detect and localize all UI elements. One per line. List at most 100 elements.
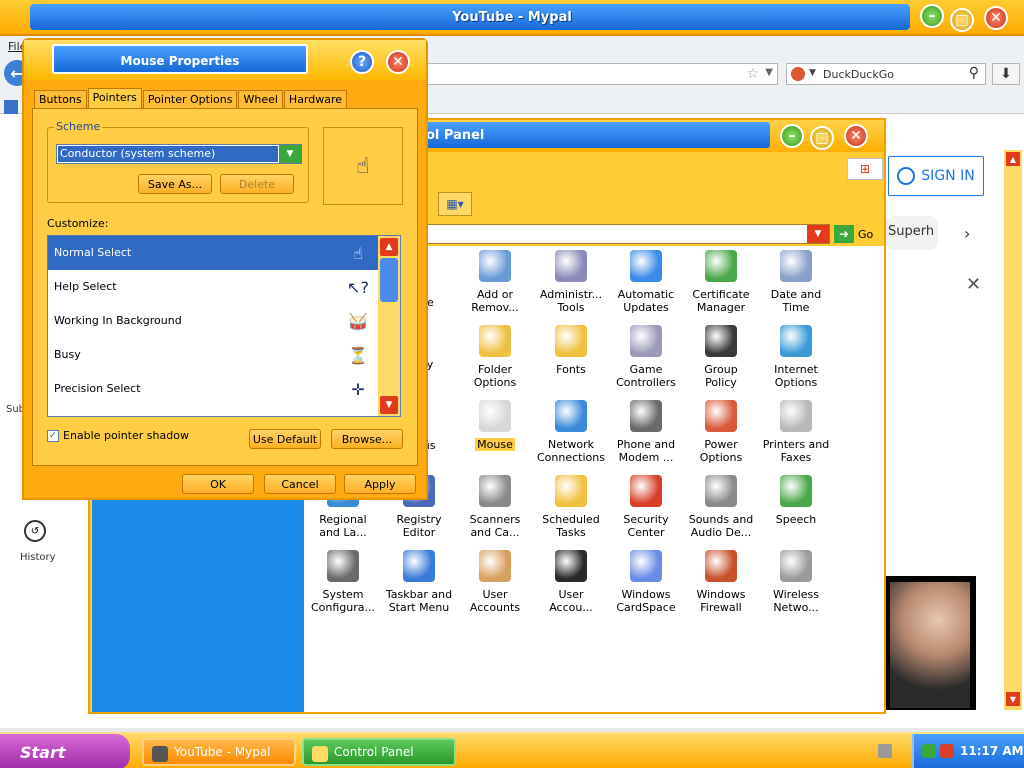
search-icon[interactable]: ⚲: [969, 65, 979, 81]
cursor-row[interactable]: Help Select ↖?: [48, 270, 378, 304]
control-panel-item[interactable]: Automatic Updates: [607, 250, 685, 314]
delete-button[interactable]: Delete: [220, 174, 294, 194]
scroll-up-icon[interactable]: ▲: [1006, 152, 1020, 166]
url-bar[interactable]: ☆ ▼: [424, 63, 778, 85]
control-panel-item[interactable]: Windows Firewall: [682, 550, 760, 614]
chevron-down-icon[interactable]: ▼: [279, 145, 301, 163]
minimize-button[interactable]: –: [920, 4, 944, 28]
cursor-row[interactable]: Busy ⏳: [48, 338, 378, 372]
address-bar[interactable]: ▼: [426, 224, 830, 244]
sign-in-button[interactable]: SIGN IN: [888, 156, 984, 196]
tab-buttons[interactable]: Buttons: [34, 90, 87, 108]
tab-pointers[interactable]: Pointers: [87, 88, 142, 108]
control-panel-item[interactable]: System Configura...: [304, 550, 382, 614]
control-panel-item[interactable]: Internet Options: [757, 325, 835, 389]
go-label[interactable]: Go: [858, 228, 873, 241]
cursor-row[interactable]: Working In Background 🥁: [48, 304, 378, 338]
control-panel-item[interactable]: Power Options: [682, 400, 760, 464]
control-panel-item[interactable]: User Accou...: [532, 550, 610, 614]
keyboard-icon[interactable]: [878, 744, 892, 758]
control-panel-item[interactable]: Add or Remov...: [456, 250, 534, 314]
control-panel-item[interactable]: Scheduled Tasks: [532, 475, 610, 539]
control-panel-item[interactable]: Date and Time: [757, 250, 835, 314]
control-panel-item-label: Phone and Modem ...: [616, 438, 676, 464]
control-panel-item[interactable]: Security Center: [607, 475, 685, 539]
close-button[interactable]: ✕: [386, 50, 410, 74]
control-panel-item[interactable]: Folder Options: [456, 325, 534, 389]
close-icon[interactable]: ✕: [966, 274, 981, 295]
security-tray-icon[interactable]: [940, 744, 954, 758]
ok-button[interactable]: OK: [182, 474, 254, 494]
chevron-down-icon[interactable]: ▼: [809, 68, 816, 78]
control-panel-item[interactable]: Speech: [757, 475, 835, 526]
go-arrow-icon[interactable]: ➜: [834, 225, 854, 243]
control-panel-item[interactable]: Game Controllers: [607, 325, 685, 389]
maximize-button[interactable]: □: [950, 8, 974, 32]
control-panel-item[interactable]: Wireless Netwo...: [757, 550, 835, 614]
control-panel-item[interactable]: Mouse: [456, 400, 534, 451]
views-icon[interactable]: ▦▾: [438, 192, 472, 216]
cursor-list[interactable]: Normal Select ☝ Help Select ↖? Working In Ba…: [47, 235, 401, 417]
control-panel-item[interactable]: Printers and Faxes: [757, 400, 835, 464]
chevron-down-icon[interactable]: ▼: [765, 67, 773, 78]
control-panel-item[interactable]: Fonts: [532, 325, 610, 376]
scroll-thumb[interactable]: [380, 258, 398, 302]
apply-button[interactable]: Apply: [344, 474, 416, 494]
speaker-icon: [705, 475, 737, 507]
chevron-down-icon[interactable]: ▼: [807, 225, 829, 243]
control-panel-item[interactable]: Network Connections: [532, 400, 610, 464]
close-button[interactable]: ✕: [984, 6, 1008, 30]
search-bar[interactable]: ▼ DuckDuckGo ⚲: [786, 63, 986, 85]
network-tray-icon[interactable]: [922, 744, 936, 758]
browse-button[interactable]: Browse...: [331, 429, 403, 449]
clock-icon: [780, 250, 812, 282]
scroll-up-icon[interactable]: ▲: [380, 238, 398, 256]
tab-pointer-options[interactable]: Pointer Options: [142, 90, 238, 108]
tab-wheel[interactable]: Wheel: [238, 90, 283, 108]
pointer-shadow-option[interactable]: ✓ Enable pointer shadow: [47, 429, 189, 442]
browser-title-bar[interactable]: YouTube - Mypal – □ ✕: [0, 0, 1024, 36]
minimize-button[interactable]: –: [780, 124, 804, 148]
filter-chip[interactable]: Superh: [886, 216, 938, 250]
scheme-select[interactable]: Conductor (system scheme) ▼: [56, 144, 302, 164]
cursor-row[interactable]: Normal Select ☝: [48, 236, 378, 270]
bookmark-star-icon[interactable]: ☆: [746, 66, 759, 82]
history-icon[interactable]: ↺: [24, 520, 46, 542]
start-button[interactable]: Start: [0, 734, 130, 768]
control-panel-item[interactable]: Taskbar and Start Menu: [380, 550, 458, 614]
control-panel-item[interactable]: Sounds and Audio De...: [682, 475, 760, 539]
scrollbar[interactable]: ▲ ▼: [1004, 150, 1022, 710]
control-panel-item[interactable]: Scanners and Ca...: [456, 475, 534, 539]
cursor-row[interactable]: Precision Select ✛: [48, 372, 378, 406]
list-scrollbar[interactable]: ▲ ▼: [378, 236, 400, 416]
control-panel-item[interactable]: Phone and Modem ...: [607, 400, 685, 464]
save-as-button[interactable]: Save As...: [138, 174, 212, 194]
browser-title: YouTube - Mypal: [452, 10, 572, 25]
bookmark-icon[interactable]: [4, 100, 18, 114]
close-button[interactable]: ✕: [844, 124, 868, 148]
tab-hardware[interactable]: Hardware: [283, 90, 348, 108]
control-panel-item[interactable]: User Accounts: [456, 550, 534, 614]
control-panel-item[interactable]: Windows CardSpace: [607, 550, 685, 614]
maximize-button[interactable]: □: [810, 126, 834, 150]
control-panel-item[interactable]: Administr... Tools: [532, 250, 610, 314]
task-control-panel[interactable]: Control Panel: [302, 738, 456, 766]
use-default-button[interactable]: Use Default: [249, 429, 321, 449]
history-label[interactable]: History: [20, 552, 56, 563]
control-panel-item-label: Scanners and Ca...: [469, 513, 521, 539]
cancel-button[interactable]: Cancel: [264, 474, 336, 494]
control-panel-item[interactable]: Group Policy: [682, 325, 760, 389]
wireless-icon: [780, 550, 812, 582]
chevron-right-icon[interactable]: ›: [964, 224, 970, 243]
control-panel-item[interactable]: Certificate Manager: [682, 250, 760, 314]
list-item[interactable]: [48, 406, 378, 416]
dialog-title-bar[interactable]: Mouse Properties ? ✕: [24, 40, 426, 80]
task-youtube[interactable]: YouTube - Mypal: [142, 738, 296, 766]
help-button[interactable]: ?: [350, 50, 374, 74]
video-thumbnail[interactable]: [886, 576, 976, 710]
pointer-shadow-checkbox[interactable]: ✓: [47, 429, 59, 442]
mouse-properties-dialog: Mouse Properties ? ✕ Buttons Pointers Po…: [22, 38, 428, 500]
scroll-down-icon[interactable]: ▼: [380, 396, 398, 414]
download-icon[interactable]: ⬇: [992, 63, 1020, 85]
scroll-down-icon[interactable]: ▼: [1006, 692, 1020, 706]
